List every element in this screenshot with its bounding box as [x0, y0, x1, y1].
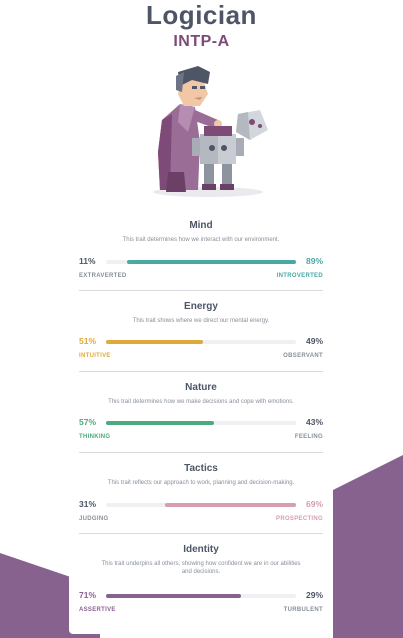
label-left: JUDGING	[79, 516, 109, 522]
trait-identity: Identity This trait underpins all others…	[79, 544, 323, 576]
trait-description: This trait shows where we direct our men…	[132, 318, 270, 324]
trait-tactics: Tactics This trait reflects our approach…	[79, 463, 323, 487]
percent-left: 31%	[79, 499, 97, 509]
progress-track	[106, 594, 296, 598]
progress-fill	[106, 421, 215, 425]
logician-illustration-icon	[153, 66, 268, 197]
progress-fill	[126, 260, 296, 264]
trait-description: This trait reflects our approach to work…	[107, 480, 295, 486]
percent-left: 51%	[79, 336, 97, 346]
progress-track	[106, 260, 296, 264]
progress-fill	[106, 340, 203, 344]
trait-nature: Nature This trait determines how we make…	[79, 382, 323, 406]
percent-right: 49%	[305, 336, 323, 346]
divider	[79, 290, 323, 291]
divider	[79, 452, 323, 453]
progress-fill	[106, 594, 241, 598]
label-left: THINKING	[79, 434, 111, 440]
trait-title: Nature	[185, 382, 217, 393]
percent-left: 11%	[79, 256, 96, 266]
percent-right: 89%	[305, 256, 323, 266]
label-left: EXTRAVERTED	[79, 273, 127, 279]
percent-left: 57%	[79, 417, 97, 427]
progress-track	[106, 340, 296, 344]
percent-right: 69%	[305, 499, 323, 509]
trait-title: Identity	[183, 544, 219, 555]
trait-description: This trait determines how we interact wi…	[122, 237, 280, 243]
page-title: Logician	[146, 0, 257, 30]
personality-code: INTP-A	[173, 33, 230, 50]
percent-right: 29%	[305, 590, 323, 600]
trait-description: This trait determines how we make decisi…	[108, 399, 294, 405]
label-right: TURBULENT	[283, 607, 323, 613]
label-left: INTUITIVE	[79, 353, 111, 359]
trait-energy-bar: 51% 49%	[79, 336, 323, 348]
progress-track	[106, 421, 296, 425]
progress-track	[106, 503, 296, 507]
trait-description: This trait underpins all others, showing…	[101, 561, 301, 575]
label-left: ASSERTIVE	[79, 607, 116, 613]
trait-mind: Mind This trait determines how we intera…	[79, 220, 323, 244]
divider	[79, 533, 323, 534]
trait-energy: Energy This trait shows where we direct …	[79, 301, 323, 325]
label-right: INTROVERTED	[276, 273, 323, 279]
divider	[79, 371, 323, 372]
label-right: OBSERVANT	[283, 353, 323, 359]
label-right: FEELING	[294, 434, 323, 440]
trait-identity-bar: 71% 29%	[79, 590, 323, 602]
trait-tactics-bar: 31% 69%	[79, 499, 323, 511]
percent-left: 71%	[79, 590, 97, 600]
trait-nature-bar: 57% 43%	[79, 417, 323, 429]
trait-mind-bar: 11% 89%	[79, 256, 323, 268]
traits-card: Mind This trait determines how we intera…	[69, 210, 333, 634]
percent-right: 43%	[305, 417, 323, 427]
trait-title: Mind	[189, 220, 213, 231]
label-right: PROSPECTING	[276, 516, 323, 522]
trait-title: Tactics	[184, 463, 218, 474]
trait-title: Energy	[184, 301, 218, 312]
progress-fill	[164, 503, 296, 507]
